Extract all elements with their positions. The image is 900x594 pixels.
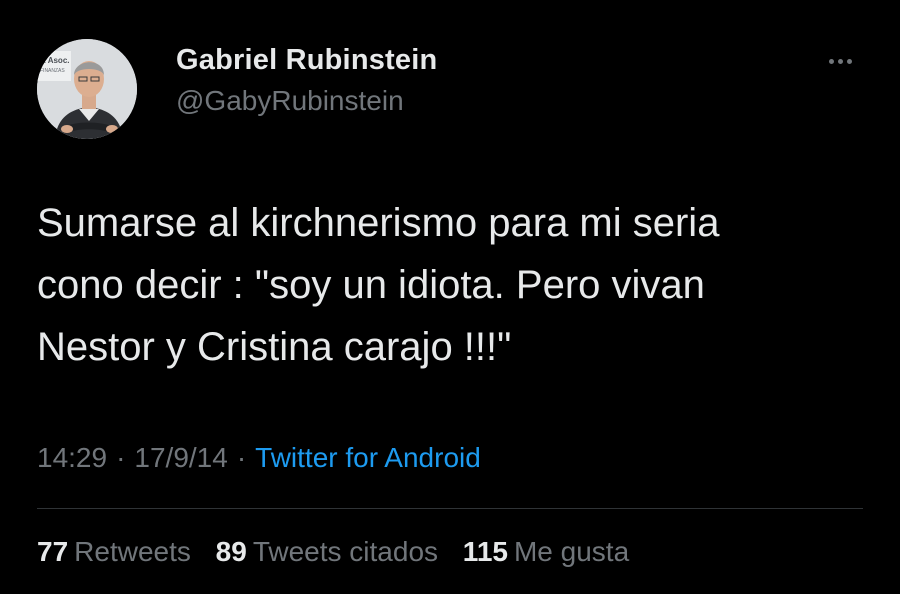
tweet-card: & Asoc. FINANZAS Gabriel Rubinstein @Gab… xyxy=(0,0,900,594)
tweet-stats: 77 Retweets 89 Tweets citados 115 Me gusta xyxy=(37,536,646,568)
divider xyxy=(37,508,863,509)
quote-tweets-stat[interactable]: 89 Tweets citados xyxy=(216,536,438,568)
quote-tweets-label: Tweets citados xyxy=(252,536,439,567)
tweet-text-line: cono decir : "soy un idiota. Pero vivan xyxy=(37,263,705,307)
avatar[interactable]: & Asoc. FINANZAS xyxy=(37,39,137,139)
author-display-name[interactable]: Gabriel Rubinstein xyxy=(176,44,437,77)
tweet-text-line: Sumarse al kirchnerismo para mi seria xyxy=(37,201,720,245)
retweets-label: Retweets xyxy=(74,536,191,567)
likes-stat[interactable]: 115 Me gusta xyxy=(463,536,629,568)
avatar-sign-subtext: FINANZAS xyxy=(40,68,65,74)
likes-label: Me gusta xyxy=(513,536,630,567)
meta-separator: · xyxy=(116,442,126,473)
tweet-date[interactable]: 17/9/14 xyxy=(134,442,227,473)
retweets-count: 77 xyxy=(37,536,69,567)
avatar-sign-text: & Asoc. xyxy=(40,56,70,65)
tweet-time[interactable]: 14:29 xyxy=(37,442,107,473)
author-handle[interactable]: @GabyRubinstein xyxy=(176,85,404,117)
tweet-text-line: Nestor y Cristina carajo !!!" xyxy=(37,325,512,369)
more-horizontal-icon-dot xyxy=(846,58,852,64)
likes-count: 115 xyxy=(462,536,508,567)
more-options-button[interactable] xyxy=(820,48,860,74)
quote-tweets-count: 89 xyxy=(215,536,247,567)
more-horizontal-icon-dot xyxy=(837,58,843,64)
more-horizontal-icon xyxy=(828,58,834,64)
avatar-photo: & Asoc. FINANZAS xyxy=(37,39,137,139)
tweet-metadata: 14:29 · 17/9/14 · Twitter for Android xyxy=(37,442,481,474)
retweets-stat[interactable]: 77 Retweets xyxy=(37,536,191,568)
meta-separator: · xyxy=(236,442,247,473)
tweet-text: Sumarse al kirchnerismo para mi seria co… xyxy=(37,192,877,378)
tweet-source-link[interactable]: Twitter for Android xyxy=(255,442,481,473)
